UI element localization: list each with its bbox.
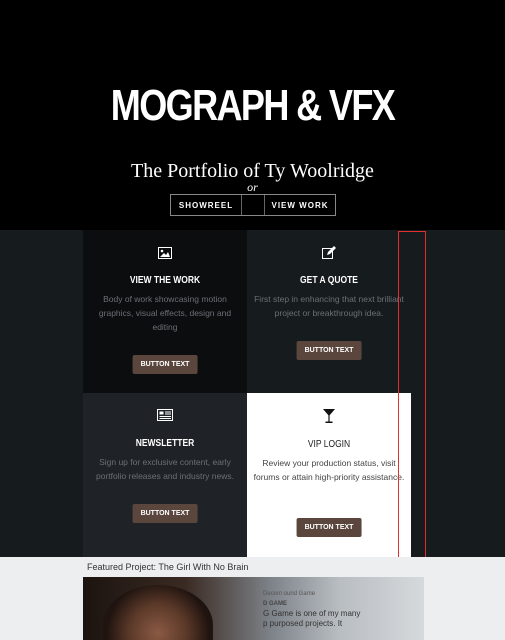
featured-image[interactable]: Decem ound Game D GAME G Game is one of … [83, 577, 424, 640]
or-text: or [247, 180, 258, 194]
featured-title[interactable]: Featured Project: The Girl With No Brain [87, 562, 248, 572]
showreel-button[interactable]: SHOWREEL [171, 195, 241, 215]
button-divider [241, 195, 265, 215]
featured-line-2: p purposed projects. It [263, 619, 343, 628]
card-button[interactable]: BUTTON TEXT [132, 355, 198, 374]
card-text: Body of work showcasing motion graphics,… [98, 294, 232, 332]
card-button[interactable]: BUTTON TEXT [132, 504, 198, 523]
card-vip-login: VIP LOGIN Review your production status,… [247, 393, 411, 557]
card-newsletter: NEWSLETTER Sign up for exclusive content… [83, 393, 247, 557]
card-button[interactable]: BUTTON TEXT [296, 518, 362, 537]
hero-button-group: SHOWREEL VIEW WORK [170, 194, 336, 216]
hero-title: MOGRAPH & VFX [110, 81, 396, 130]
featured-caption: Decem ound Game D GAME G Game is one of … [263, 589, 360, 629]
cocktail-icon [323, 409, 335, 423]
card-title: GET A QUOTE [300, 275, 358, 286]
card-text: Sign up for exclusive content, early por… [96, 457, 234, 481]
featured-meta: Decem ound Game [263, 591, 316, 597]
card-title: NEWSLETTER [135, 438, 195, 449]
portrait-image [103, 585, 213, 640]
card-title: VIP LOGIN [307, 439, 351, 450]
card-text: First step in enhancing that next brilli… [254, 294, 404, 318]
card-button[interactable]: BUTTON TEXT [296, 341, 362, 360]
highlight-box [398, 231, 426, 561]
edit-icon [322, 246, 336, 259]
card-get-a-quote: GET A QUOTE First step in enhancing that… [247, 230, 411, 393]
featured-line-1: G Game is one of my many [263, 609, 361, 618]
hero-section: MOGRAPH & VFX The Portfolio of Ty Woolri… [0, 0, 505, 230]
newspaper-icon [157, 409, 173, 421]
view-work-button[interactable]: VIEW WORK [265, 195, 335, 215]
card-view-the-work: VIEW THE WORK Body of work showcasing mo… [83, 230, 247, 393]
featured-heading: D GAME [263, 601, 287, 607]
image-icon [158, 247, 172, 259]
card-text: Review your production status, visit for… [253, 458, 405, 482]
card-title: VIEW THE WORK [129, 275, 201, 286]
